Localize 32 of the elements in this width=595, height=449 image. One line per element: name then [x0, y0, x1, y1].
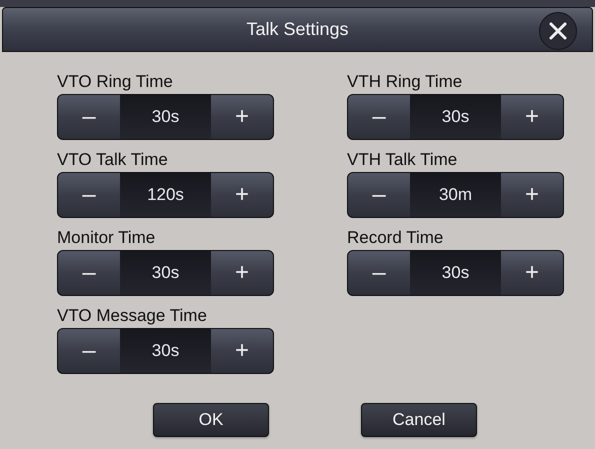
increment-button[interactable]: + [501, 173, 563, 217]
window-title: Talk Settings [246, 19, 349, 40]
value-display: 30s [410, 95, 501, 139]
increment-button[interactable]: + [501, 251, 563, 295]
decrement-button[interactable]: – [348, 173, 410, 217]
increment-button[interactable]: + [211, 251, 273, 295]
value-display: 120s [120, 173, 211, 217]
field-label: VTO Ring Time [57, 71, 174, 93]
field-label: VTH Talk Time [347, 149, 458, 171]
value-display: 30m [410, 173, 501, 217]
field-label: Record Time [347, 227, 444, 249]
field-label: VTO Message Time [57, 305, 208, 327]
decrement-button[interactable]: – [58, 95, 120, 139]
dialog-button[interactable]: Cancel [361, 403, 477, 437]
value-display: 30s [120, 251, 211, 295]
decrement-button[interactable]: – [58, 251, 120, 295]
decrement-button[interactable]: – [58, 173, 120, 217]
dialog-button[interactable]: OK [153, 403, 269, 437]
value-display: 30s [120, 329, 211, 373]
close-icon[interactable] [539, 12, 577, 50]
field-label: Monitor Time [57, 227, 156, 249]
increment-button[interactable]: + [211, 173, 273, 217]
field-label: VTO Talk Time [57, 149, 169, 171]
decrement-button[interactable]: – [58, 329, 120, 373]
decrement-button[interactable]: – [348, 251, 410, 295]
increment-button[interactable]: + [501, 95, 563, 139]
increment-button[interactable]: + [211, 329, 273, 373]
value-display: 30s [120, 95, 211, 139]
decrement-button[interactable]: – [348, 95, 410, 139]
field-label: VTH Ring Time [347, 71, 464, 93]
increment-button[interactable]: + [211, 95, 273, 139]
value-display: 30s [410, 251, 501, 295]
